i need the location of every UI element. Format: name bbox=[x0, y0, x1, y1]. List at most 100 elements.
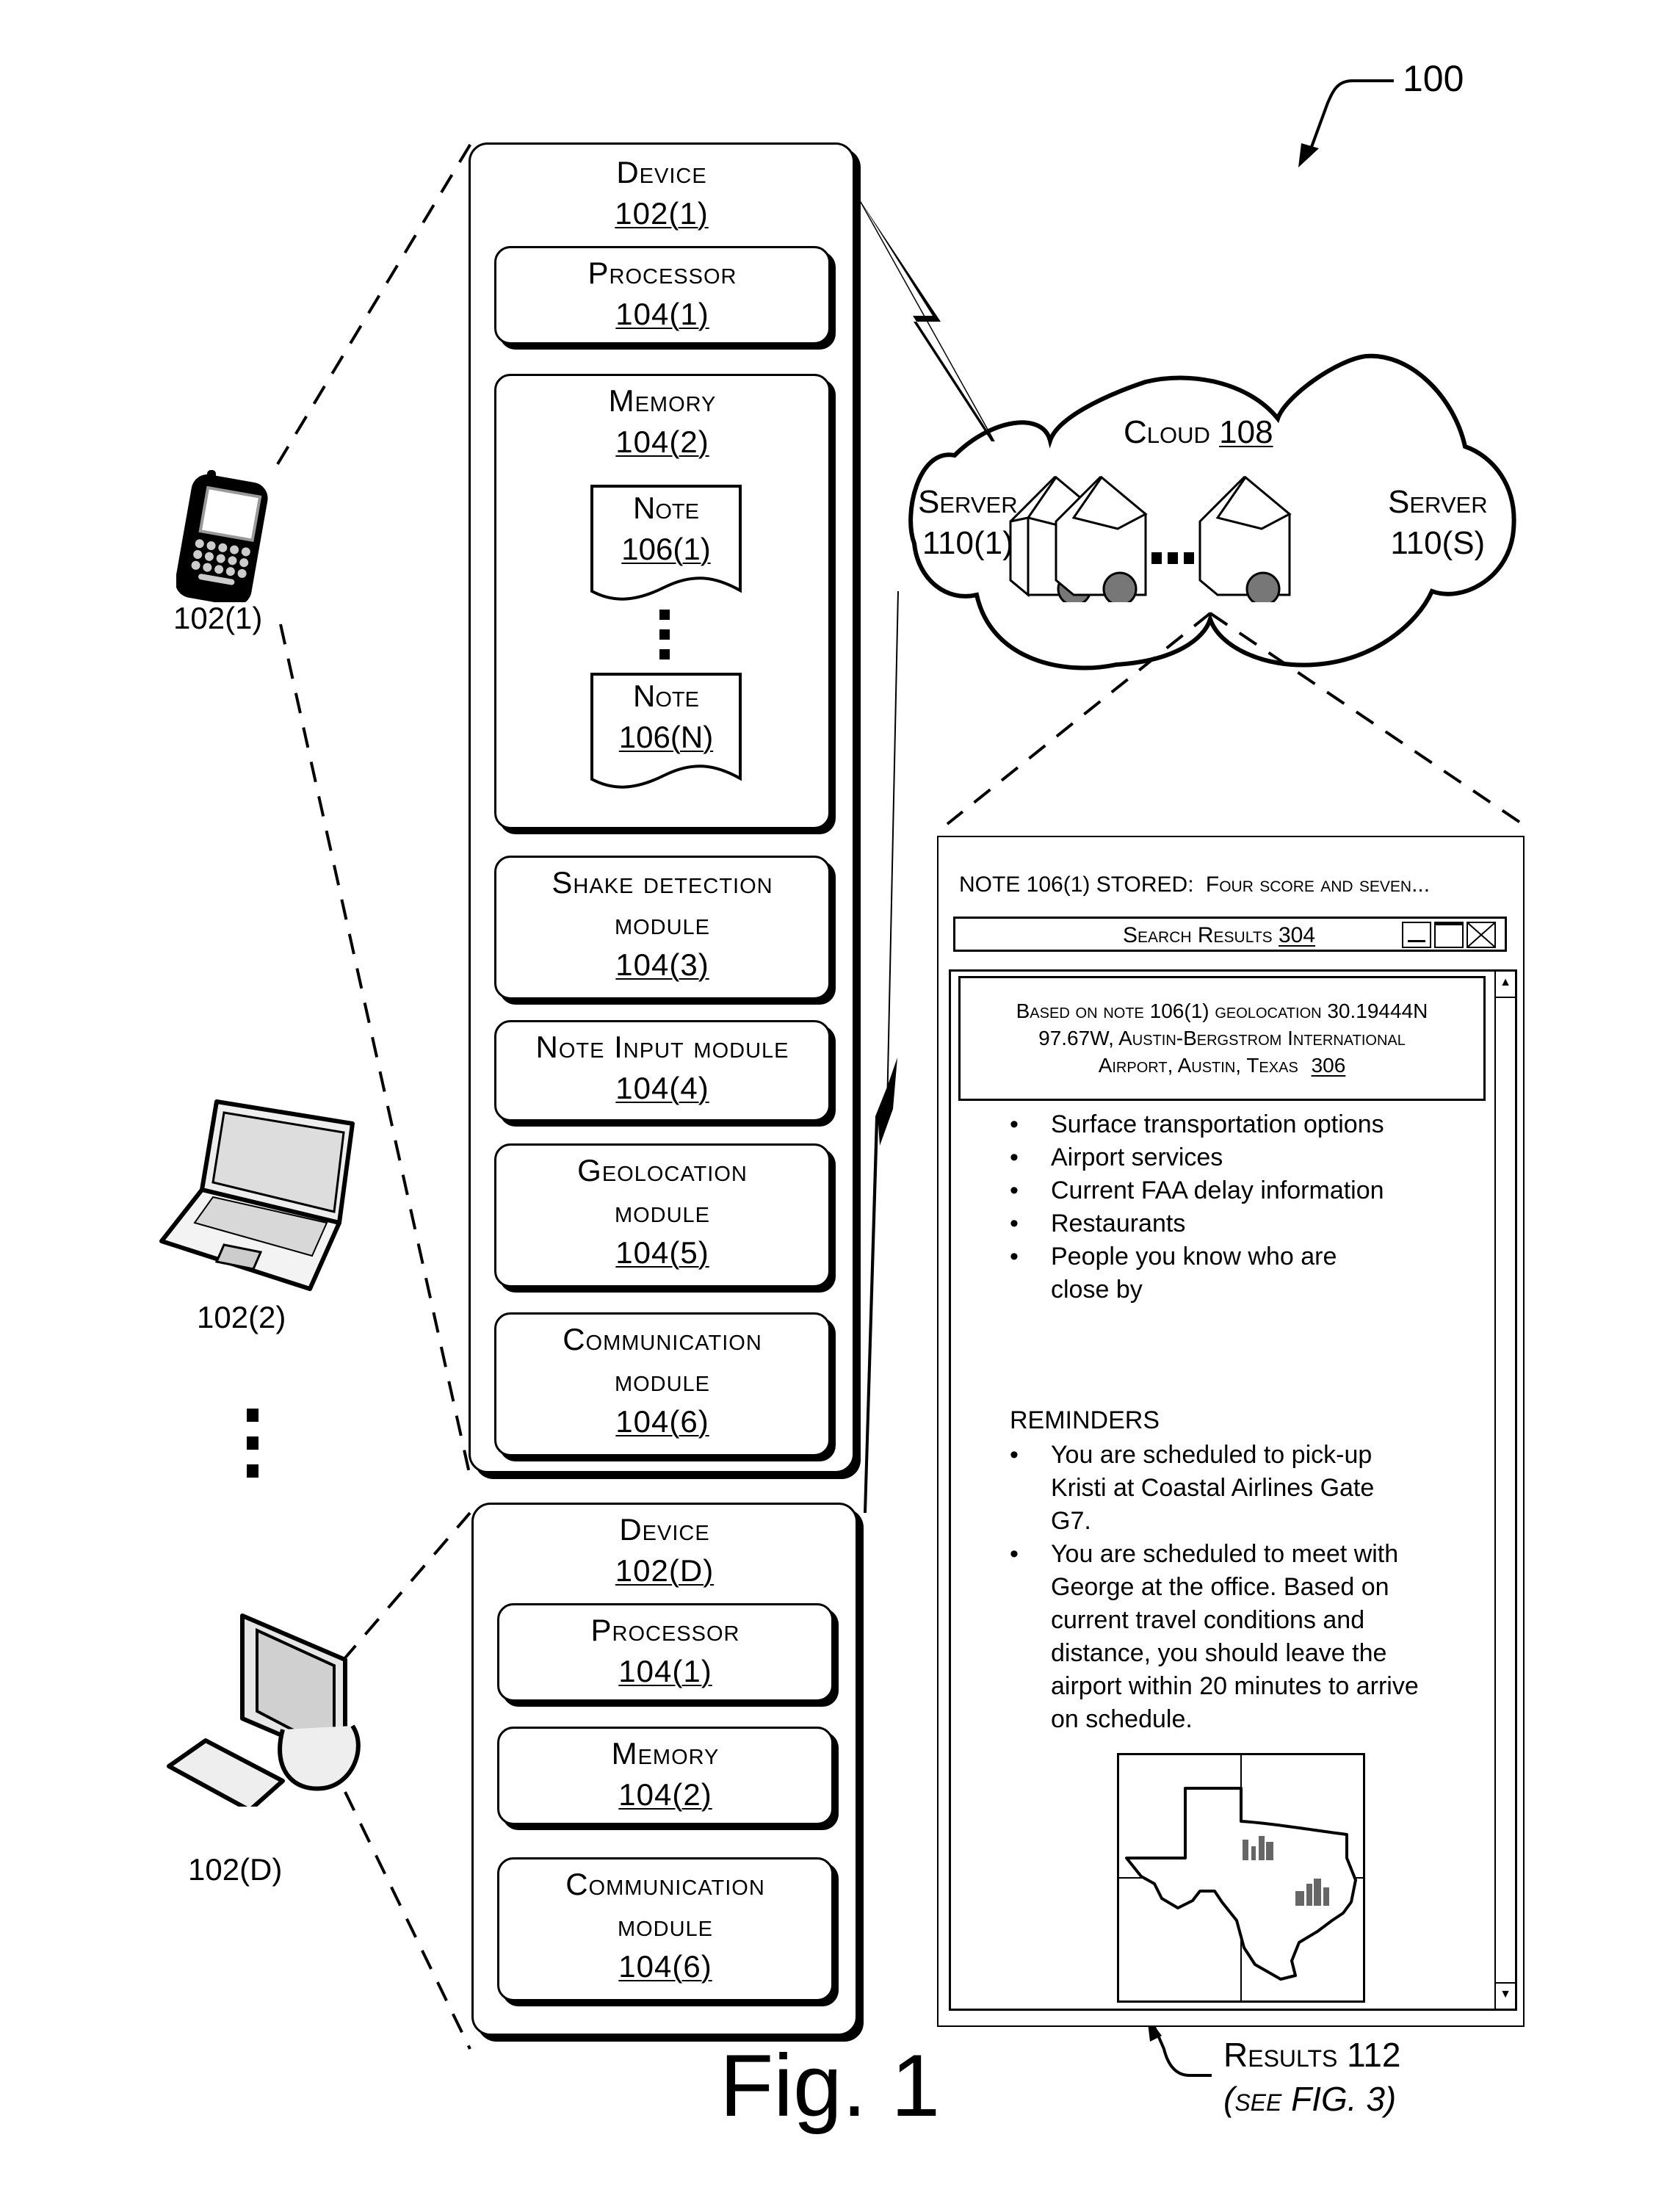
device-ref: 102(1) bbox=[615, 196, 709, 231]
shake-detection-module[interactable]: Shake detection module 104(3) bbox=[494, 856, 831, 1000]
close-button[interactable] bbox=[1467, 922, 1496, 948]
desktop-computer-icon bbox=[167, 1613, 361, 1812]
communication-module[interactable]: Communication module 104(6) bbox=[497, 1857, 833, 2001]
ellipsis-dot bbox=[247, 1436, 258, 1450]
cloud[interactable]: Cloud 108 Server 110(1) Server 110(S) bbox=[911, 411, 1527, 602]
module-title-line2: module bbox=[614, 1363, 711, 1398]
dashed-connector bbox=[1209, 612, 1533, 831]
device-1-panel[interactable]: Device 102(1) Processor 104(1) Memory 10… bbox=[469, 142, 855, 1473]
processor-ref: 104(1) bbox=[615, 297, 709, 331]
client-device-laptop[interactable]: 102(2) bbox=[147, 1080, 367, 1359]
note-status-text: Four score and seven... bbox=[1205, 872, 1431, 897]
ellipsis-icon bbox=[1151, 552, 1194, 564]
note-input-module[interactable]: Note Input module 104(4) bbox=[494, 1020, 831, 1121]
note-stored-status: NOTE 106(1) STORED: Four score and seven… bbox=[959, 872, 1430, 897]
note-ref: 106(N) bbox=[618, 720, 714, 754]
list-item[interactable]: Restaurants bbox=[1010, 1207, 1392, 1240]
wireless-connector bbox=[886, 590, 899, 1110]
arrow-head-icon bbox=[1298, 143, 1319, 167]
list-item[interactable]: Current FAA delay information bbox=[1010, 1174, 1392, 1207]
ellipsis-dot bbox=[247, 1409, 258, 1422]
note-document[interactable]: Note 106(N) bbox=[590, 673, 742, 789]
processor-ref: 104(1) bbox=[618, 1654, 712, 1688]
module-ref: 104(3) bbox=[615, 947, 709, 982]
dashed-connector bbox=[946, 612, 1212, 825]
geolocation-ref: 306 bbox=[1311, 1054, 1346, 1077]
search-results-titlebar[interactable]: Search Results 304 bbox=[953, 917, 1507, 952]
results-callout-note: (see FIG. 3) bbox=[1223, 2080, 1397, 2118]
device-ref: 102(D) bbox=[615, 1553, 715, 1588]
location-options-list: Surface transportation options Airport s… bbox=[1010, 1108, 1392, 1306]
minimize-button[interactable] bbox=[1402, 922, 1431, 948]
module-title-line2: module bbox=[614, 1194, 711, 1229]
servers-group bbox=[1009, 475, 1292, 602]
ellipsis-dot bbox=[247, 1464, 258, 1478]
device-title: Device bbox=[616, 155, 707, 189]
geolocation-module[interactable]: Geolocation module 104(5) bbox=[494, 1143, 831, 1287]
texas-map[interactable] bbox=[1117, 1753, 1365, 2003]
module-ref: 104(4) bbox=[615, 1071, 709, 1105]
module-ref: 104(5) bbox=[615, 1235, 709, 1270]
module-title: Shake detection bbox=[552, 865, 773, 900]
list-item[interactable]: You are scheduled to pick-up Kristi at C… bbox=[1010, 1439, 1421, 1538]
note-title: Note bbox=[633, 491, 699, 525]
laptop-icon bbox=[159, 1099, 355, 1291]
smartphone-icon bbox=[175, 470, 268, 606]
module-title: Geolocation bbox=[577, 1153, 748, 1188]
scroll-up-icon: ▲ bbox=[1500, 976, 1511, 988]
figure-caption: Fig. 1 bbox=[720, 2036, 941, 2135]
memory-ref: 104(2) bbox=[615, 424, 709, 459]
device-label: 102(2) bbox=[197, 1300, 286, 1334]
module-title: Note Input module bbox=[535, 1030, 789, 1064]
ref-arrow bbox=[1310, 79, 1394, 148]
scrollbar[interactable]: ▲ ▼ bbox=[1494, 972, 1515, 2009]
module-title-line2: module bbox=[614, 906, 711, 941]
communication-module[interactable]: Communication module 104(6) bbox=[494, 1312, 831, 1456]
module-title: Communication bbox=[565, 1867, 765, 1901]
reminders-heading: REMINDERS bbox=[1010, 1406, 1160, 1434]
client-device-desktop[interactable]: 102(D) bbox=[147, 1601, 367, 1895]
results-panel[interactable]: NOTE 106(1) STORED: Four score and seven… bbox=[937, 836, 1525, 2027]
results-callout-title: Results 112 bbox=[1223, 2036, 1401, 2074]
figure-ref-number: 100 bbox=[1403, 58, 1464, 99]
texas-map-icon bbox=[1119, 1755, 1363, 2000]
memory-title: Memory bbox=[611, 1736, 720, 1771]
memory-title: Memory bbox=[608, 383, 717, 418]
maximize-button[interactable] bbox=[1434, 922, 1464, 948]
dashed-connector bbox=[276, 141, 473, 466]
note-document[interactable]: Note 106(1) bbox=[590, 485, 742, 601]
geolocation-summary: Based on note 106(1) geolocation 30.1944… bbox=[958, 976, 1486, 1101]
processor-block[interactable]: Processor 104(1) bbox=[494, 246, 831, 344]
module-title: Communication bbox=[563, 1322, 762, 1356]
module-ref: 104(6) bbox=[615, 1404, 709, 1439]
module-ref: 104(6) bbox=[618, 1949, 712, 1984]
server-icon bbox=[1198, 475, 1292, 602]
processor-block[interactable]: Processor 104(1) bbox=[497, 1603, 833, 1702]
ref-arrow bbox=[1153, 2026, 1212, 2077]
device-label: 102(1) bbox=[173, 601, 263, 635]
module-title-line2: module bbox=[617, 1908, 714, 1942]
scroll-down-button[interactable]: ▼ bbox=[1496, 1982, 1515, 2009]
note-ref: 106(1) bbox=[621, 532, 711, 566]
device-d-panel[interactable]: Device 102(D) Processor 104(1) Memory 10… bbox=[471, 1503, 858, 2036]
list-item[interactable]: You are scheduled to meet with George at… bbox=[1010, 1538, 1421, 1736]
note-status-prefix: NOTE 106(1) STORED: bbox=[959, 872, 1194, 897]
list-item[interactable]: People you know who are close by bbox=[1010, 1240, 1392, 1306]
client-device-phone[interactable]: 102(1) bbox=[173, 455, 294, 635]
processor-title: Processor bbox=[590, 1613, 740, 1647]
ellipsis-icon bbox=[659, 610, 670, 661]
processor-title: Processor bbox=[587, 256, 737, 290]
reminders-list: You are scheduled to pick-up Kristi at C… bbox=[1010, 1439, 1421, 1736]
memory-ref: 104(2) bbox=[618, 1777, 712, 1812]
note-title: Note bbox=[633, 679, 699, 713]
lightning-bolt-icon bbox=[864, 1058, 897, 1513]
list-item[interactable]: Airport services bbox=[1010, 1141, 1392, 1174]
scroll-up-button[interactable]: ▲ bbox=[1496, 972, 1515, 998]
list-item[interactable]: Surface transportation options bbox=[1010, 1108, 1392, 1141]
minimize-icon bbox=[1408, 940, 1425, 942]
results-callout: Results 112 (see FIG. 3) bbox=[1223, 2033, 1400, 2121]
results-content-frame: ▲ ▼ Based on note 106(1) geolocation 30.… bbox=[949, 969, 1517, 2011]
memory-block[interactable]: Memory 104(2) bbox=[497, 1727, 833, 1825]
scroll-down-icon: ▼ bbox=[1500, 1988, 1511, 2000]
memory-block[interactable]: Memory 104(2) Note 106(1) Note 106(N) bbox=[494, 374, 831, 829]
